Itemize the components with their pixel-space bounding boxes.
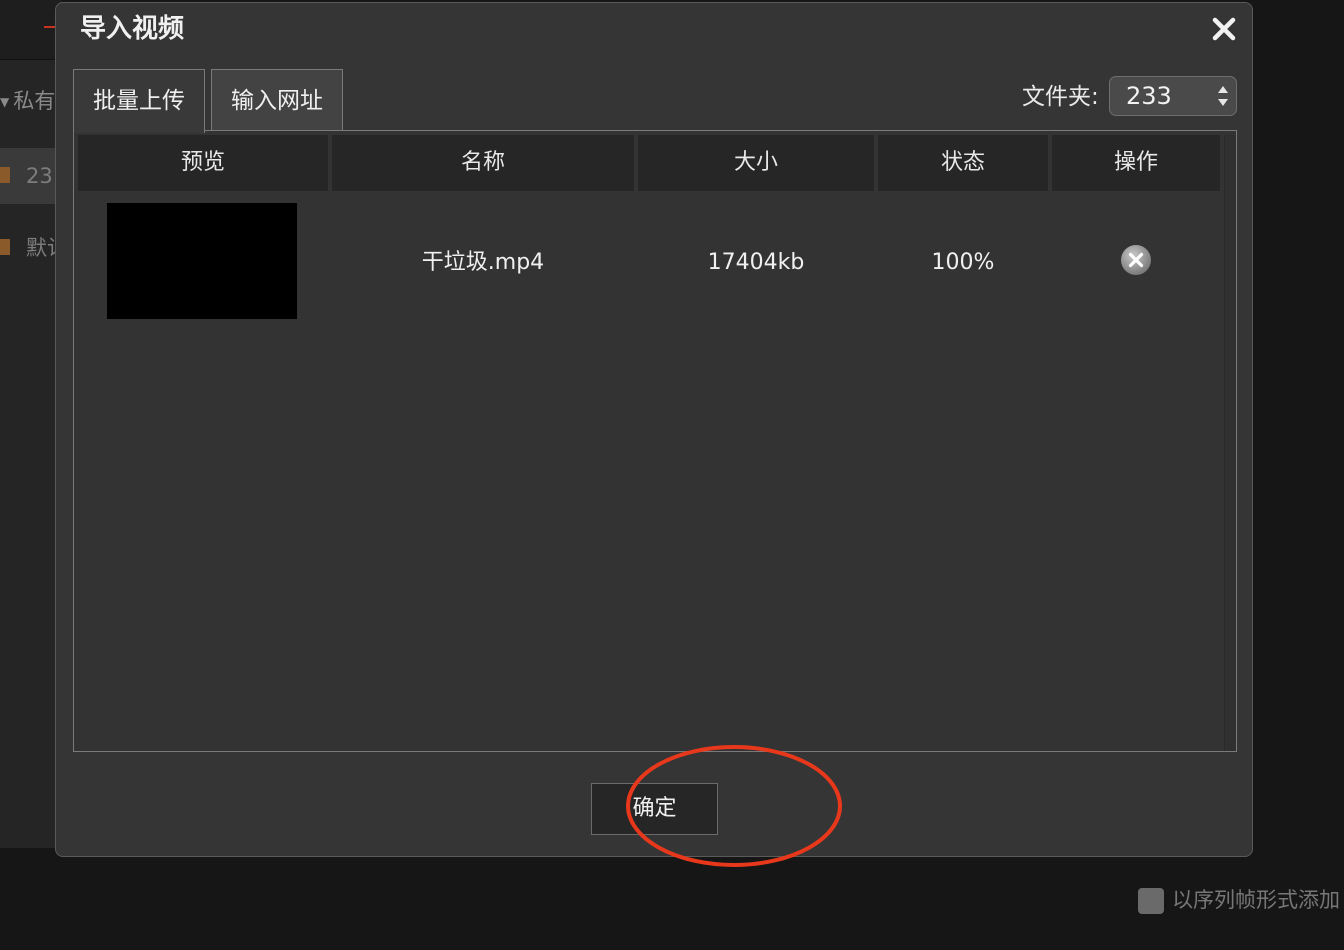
column-header-name: 名称 xyxy=(332,135,634,191)
column-header-action: 操作 xyxy=(1052,135,1220,191)
table-row: 干垃圾.mp4 17404kb 100% xyxy=(78,201,1218,321)
tab-input-url[interactable]: 输入网址 xyxy=(211,69,343,132)
tab-batch-upload[interactable]: 批量上传 xyxy=(73,69,205,133)
dialog-title: 导入视频 xyxy=(80,14,185,44)
close-button[interactable] xyxy=(1206,11,1242,47)
background-sidebar: ▼ 私有 23 默认 xyxy=(0,0,68,848)
remove-circle-icon xyxy=(1121,245,1151,275)
scrollbar-track[interactable] xyxy=(1224,135,1236,751)
select-arrows-icon xyxy=(1218,86,1228,106)
folder-icon xyxy=(0,239,10,255)
file-list-panel: 预览 名称 大小 状态 操作 干垃圾.mp4 17404kb 100% xyxy=(73,130,1237,752)
file-size-cell: 17404kb xyxy=(707,250,805,275)
background-top-bar xyxy=(0,0,62,60)
folder-icon xyxy=(0,167,10,183)
sidebar-item-label: 23 xyxy=(26,164,53,188)
confirm-button[interactable]: 确定 xyxy=(591,783,718,835)
sidebar-section-header[interactable]: ▼ 私有 xyxy=(0,80,62,122)
video-preview-thumbnail xyxy=(107,203,297,319)
sidebar-section-label: 私有 xyxy=(13,89,56,113)
folder-select-value: 233 xyxy=(1126,82,1172,110)
close-icon xyxy=(1212,17,1236,41)
upload-status-cell: 100% xyxy=(931,250,995,275)
file-name-cell: 干垃圾.mp4 xyxy=(421,250,545,275)
sidebar-item-folder-23[interactable]: 23 xyxy=(0,148,62,204)
folder-label: 文件夹: xyxy=(1022,84,1099,110)
column-header-preview: 预览 xyxy=(78,135,328,191)
sequence-frame-label: 以序列帧形式添加 xyxy=(1172,888,1340,912)
column-header-status: 状态 xyxy=(878,135,1048,191)
remove-file-button[interactable] xyxy=(1119,243,1153,277)
folder-select[interactable]: 233 xyxy=(1109,76,1237,116)
sequence-frame-option[interactable]: 以序列帧形式添加 xyxy=(1138,882,1340,916)
import-video-dialog: 导入视频 批量上传 输入网址 文件夹: 233 预览 名称 大小 状态 操作 干… xyxy=(55,2,1253,867)
triangle-down-icon: ▼ xyxy=(0,95,10,109)
sidebar-item-folder-default[interactable]: 默认 xyxy=(0,220,68,276)
column-header-size: 大小 xyxy=(638,135,874,191)
sequence-frame-checkbox[interactable] xyxy=(1138,888,1164,914)
table-header: 预览 名称 大小 状态 操作 xyxy=(78,135,1220,191)
